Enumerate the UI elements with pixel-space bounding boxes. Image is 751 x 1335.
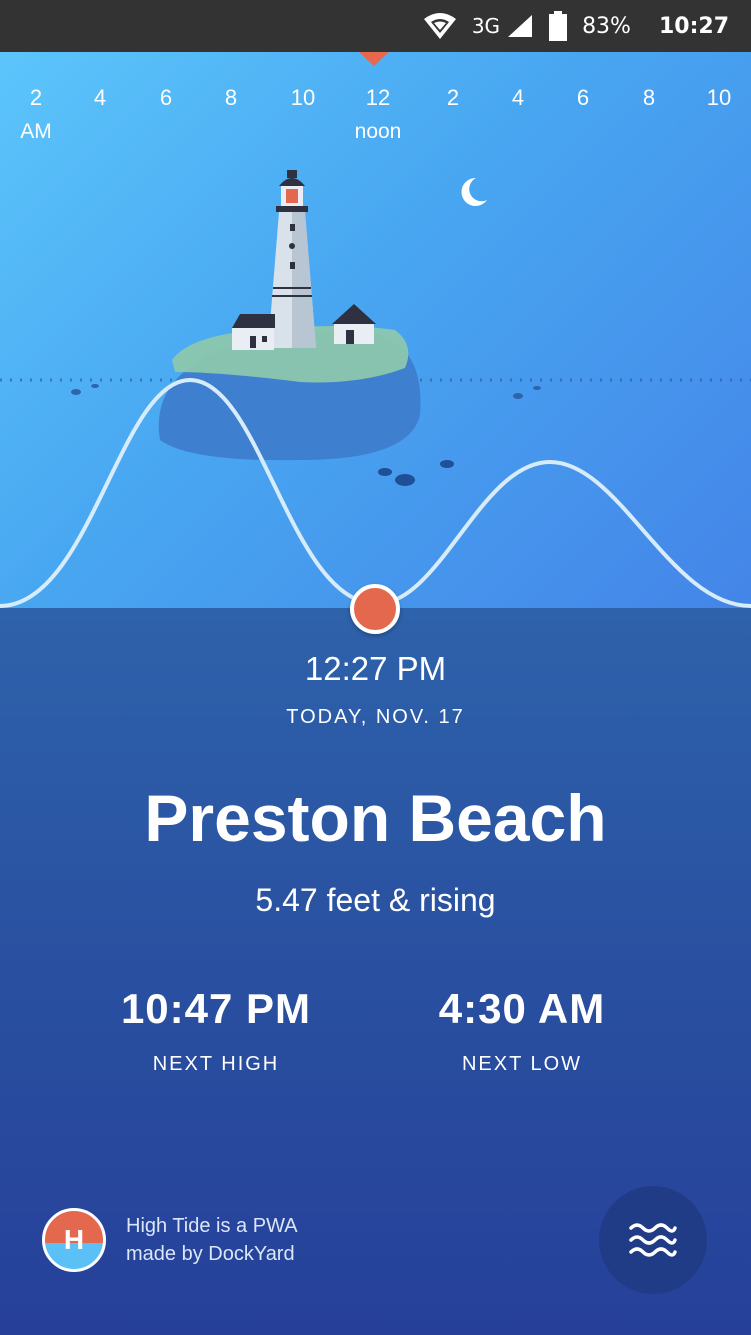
time-tick: 4 [511, 85, 525, 110]
time-tick: 6 [576, 85, 590, 110]
rock [533, 386, 541, 390]
rock [378, 468, 392, 476]
next-high: 10:47 PM NEXT HIGH [66, 985, 366, 1076]
next-high-label: NEXT HIGH [152, 1053, 280, 1075]
tide-status: 5.47 feet & rising [255, 882, 496, 918]
next-low-label: NEXT LOW [461, 1053, 583, 1075]
time-tick: 10 [290, 85, 316, 110]
time-tick: 10 [706, 85, 732, 110]
next-low: 4:30 AM NEXT LOW [372, 985, 672, 1076]
current-date: TODAY, NOV. 17 [286, 706, 465, 728]
current-time: 12:27 PM [304, 650, 447, 687]
rock [71, 389, 81, 395]
time-axis: 2 AM 4 6 8 10 12 noon 2 4 6 8 10 [0, 85, 751, 155]
credits-text[interactable]: High Tide is a PWA made by DockYard [126, 1212, 298, 1268]
waves-icon [629, 1223, 677, 1257]
rock [440, 460, 454, 468]
next-high-time: 10:47 PM [120, 985, 312, 1032]
time-tick: 12 noon [354, 85, 402, 143]
time-tick: 2 [446, 85, 460, 110]
lighthouse-icon [268, 170, 316, 348]
logo-letter: H [63, 1224, 85, 1255]
house-icon [332, 304, 376, 344]
moon-icon [461, 177, 487, 206]
time-tick: 2 AM [20, 85, 52, 143]
current-tide-dot[interactable] [350, 584, 400, 634]
rock [91, 384, 99, 388]
time-tick: 4 [93, 85, 107, 110]
time-tick: 8 [224, 85, 238, 110]
time-tick: 8 [642, 85, 656, 110]
time-tick: 6 [159, 85, 173, 110]
location-name: Preston Beach [144, 781, 607, 855]
app-logo[interactable]: H [42, 1208, 106, 1272]
locations-button[interactable] [599, 1186, 707, 1294]
house-icon [232, 314, 275, 350]
rock [513, 393, 523, 399]
credits-line-2: made by DockYard [126, 1243, 295, 1265]
rock [395, 474, 415, 486]
credits-line-1: High Tide is a PWA [126, 1215, 298, 1237]
next-low-time: 4:30 AM [438, 985, 606, 1032]
current-time-marker [359, 52, 389, 66]
